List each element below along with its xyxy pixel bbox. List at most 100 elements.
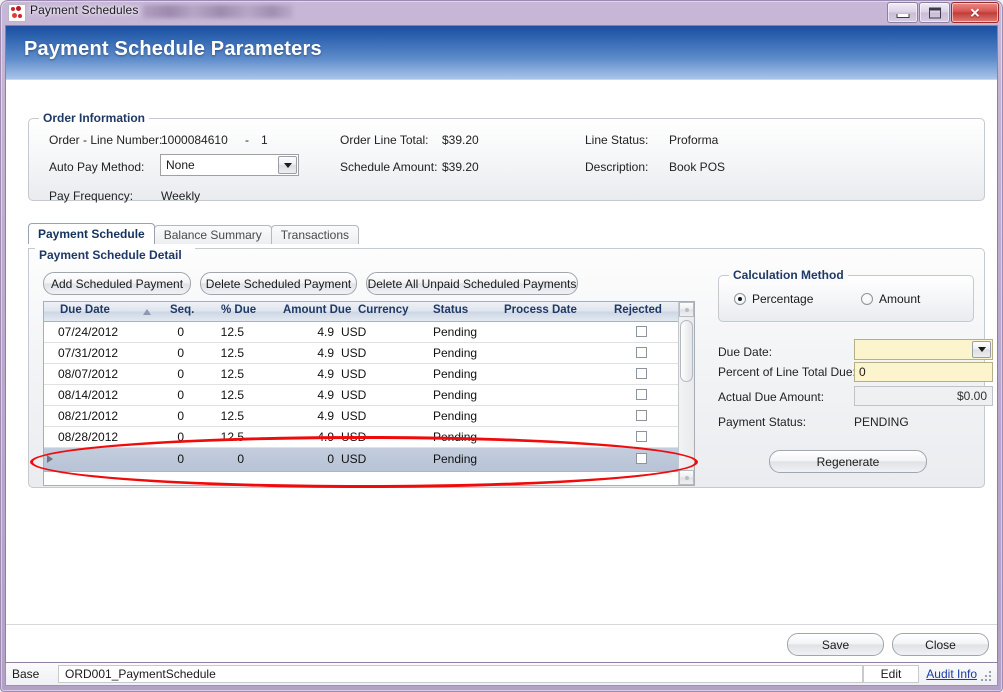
table-row[interactable]: 08/28/2012 0 12.5 4.9 USD Pending — [44, 427, 694, 448]
close-button[interactable]: ✕ — [951, 2, 999, 23]
cell-amount-due: 4.9 — [264, 346, 334, 360]
radio-percentage[interactable]: Percentage — [734, 292, 813, 306]
close-icon: ✕ — [970, 6, 981, 19]
status-base-label: Base — [6, 663, 58, 685]
schedule-amount-value: $39.20 — [442, 160, 479, 174]
resize-grip-icon[interactable] — [981, 671, 993, 683]
maximize-icon — [929, 7, 941, 18]
cell-currency: USD — [341, 388, 366, 402]
status-object-name: ORD001_PaymentSchedule — [58, 665, 863, 683]
line-number-value: 1 — [261, 133, 268, 147]
cell-seq: 0 — [144, 367, 184, 381]
tab-payment-schedule[interactable]: Payment Schedule — [28, 223, 155, 244]
cell-pct-due: 0 — [194, 452, 244, 466]
cell-amount-due: 4.9 — [264, 367, 334, 381]
sort-ascending-icon[interactable] — [143, 309, 151, 315]
scrollbar-thumb[interactable] — [680, 320, 693, 382]
cell-due-date: 08/28/2012 — [58, 430, 118, 444]
column-header-due-date[interactable]: Due Date — [60, 304, 110, 316]
payment-status-label: Payment Status: — [718, 415, 806, 429]
status-mode: Edit — [863, 665, 919, 683]
cell-status: Pending — [433, 346, 477, 360]
app-dots-icon — [8, 4, 26, 22]
cell-pct-due: 12.5 — [194, 346, 244, 360]
auto-pay-method-label: Auto Pay Method: — [49, 160, 144, 174]
chevron-down-icon[interactable] — [972, 341, 991, 358]
cell-amount-due: 4.9 — [264, 430, 334, 444]
cell-currency: USD — [341, 367, 366, 381]
grid-body: 07/24/2012 0 12.5 4.9 USD Pending 07/31/… — [44, 322, 694, 472]
grid-vertical-scrollbar[interactable] — [678, 302, 694, 485]
column-header-status[interactable]: Status — [433, 304, 468, 316]
column-header-pct-due[interactable]: % Due — [221, 304, 256, 316]
delete-all-unpaid-scheduled-payments-button[interactable]: Delete All Unpaid Scheduled Payments — [366, 272, 578, 295]
delete-all-unpaid-label: Delete All Unpaid Scheduled Payments — [368, 277, 577, 291]
column-header-rejected[interactable]: Rejected — [614, 304, 662, 316]
actual-due-amount-label: Actual Due Amount: — [718, 390, 824, 404]
save-label: Save — [822, 638, 849, 652]
auto-pay-method-select[interactable]: None — [160, 154, 299, 176]
client-area: Payment Schedule Parameters Order Inform… — [5, 25, 998, 663]
window-controls: ✕ — [887, 2, 999, 23]
cell-rejected-checkbox[interactable] — [636, 410, 647, 421]
table-row[interactable]: 08/21/2012 0 12.5 4.9 USD Pending — [44, 406, 694, 427]
audit-info-link[interactable]: Audit Info — [926, 667, 977, 681]
status-bar: Base ORD001_PaymentSchedule Edit Audit I… — [5, 663, 998, 686]
order-line-separator: - — [245, 133, 249, 147]
close-label: Close — [925, 638, 956, 652]
cell-amount-due: 0 — [264, 452, 334, 466]
regenerate-button[interactable]: Regenerate — [769, 450, 927, 473]
cell-amount-due: 4.9 — [264, 388, 334, 402]
cell-pct-due: 12.5 — [194, 388, 244, 402]
cell-rejected-checkbox[interactable] — [636, 368, 647, 379]
actual-due-amount-value: $0.00 — [957, 389, 987, 403]
table-row[interactable]: 08/14/2012 0 12.5 4.9 USD Pending — [44, 385, 694, 406]
tab-balance-summary[interactable]: Balance Summary — [154, 225, 272, 244]
scroll-up-button[interactable] — [679, 302, 694, 317]
maximize-button[interactable] — [919, 2, 950, 23]
cell-seq: 0 — [144, 325, 184, 339]
due-date-select[interactable] — [854, 339, 993, 360]
column-header-process-date[interactable]: Process Date — [504, 304, 577, 316]
due-date-label: Due Date: — [718, 345, 772, 359]
chevron-down-icon[interactable] — [278, 156, 297, 174]
tab-transactions[interactable]: Transactions — [271, 225, 359, 244]
scroll-down-button[interactable] — [679, 470, 694, 485]
line-status-label: Line Status: — [585, 133, 648, 147]
delete-scheduled-payment-button[interactable]: Delete Scheduled Payment — [200, 272, 357, 295]
cell-rejected-checkbox[interactable] — [636, 347, 647, 358]
pay-frequency-label: Pay Frequency: — [49, 189, 133, 203]
column-header-amount-due[interactable]: Amount Due — [283, 304, 351, 316]
payment-schedule-grid[interactable]: Due Date Seq. % Due Amount Due Currency … — [43, 301, 695, 486]
description-value: Book POS — [669, 160, 725, 174]
grid-header-row: Due Date Seq. % Due Amount Due Currency … — [44, 302, 694, 322]
cell-status: Pending — [433, 409, 477, 423]
cell-rejected-checkbox[interactable] — [636, 431, 647, 442]
cell-status: Pending — [433, 388, 477, 402]
save-button[interactable]: Save — [787, 633, 884, 656]
regenerate-label: Regenerate — [817, 455, 880, 469]
cell-due-date: 08/07/2012 — [58, 367, 118, 381]
table-row[interactable]: 08/07/2012 0 12.5 4.9 USD Pending — [44, 364, 694, 385]
cell-due-date: 08/21/2012 — [58, 409, 118, 423]
percent-of-line-total-input[interactable]: 0 — [854, 362, 993, 382]
column-header-currency[interactable]: Currency — [358, 304, 409, 316]
cell-rejected-checkbox[interactable] — [636, 453, 647, 464]
cell-rejected-checkbox[interactable] — [636, 326, 647, 337]
footer-divider — [6, 624, 997, 625]
column-header-seq[interactable]: Seq. — [170, 304, 194, 316]
cell-due-date: 07/31/2012 — [58, 346, 118, 360]
radio-amount-indicator — [861, 293, 873, 305]
close-button-footer[interactable]: Close — [892, 633, 989, 656]
table-row[interactable]: 07/24/2012 0 12.5 4.9 USD Pending — [44, 322, 694, 343]
cell-seq: 0 — [144, 430, 184, 444]
cell-seq: 0 — [144, 346, 184, 360]
cell-rejected-checkbox[interactable] — [636, 389, 647, 400]
radio-amount[interactable]: Amount — [861, 292, 920, 306]
minimize-button[interactable] — [887, 2, 918, 23]
order-line-total-label: Order Line Total: — [340, 133, 429, 147]
auto-pay-method-value: None — [161, 158, 277, 172]
table-row-new-selected[interactable]: 0 0 0 USD Pending — [44, 448, 694, 472]
add-scheduled-payment-button[interactable]: Add Scheduled Payment — [43, 272, 191, 295]
table-row[interactable]: 07/31/2012 0 12.5 4.9 USD Pending — [44, 343, 694, 364]
